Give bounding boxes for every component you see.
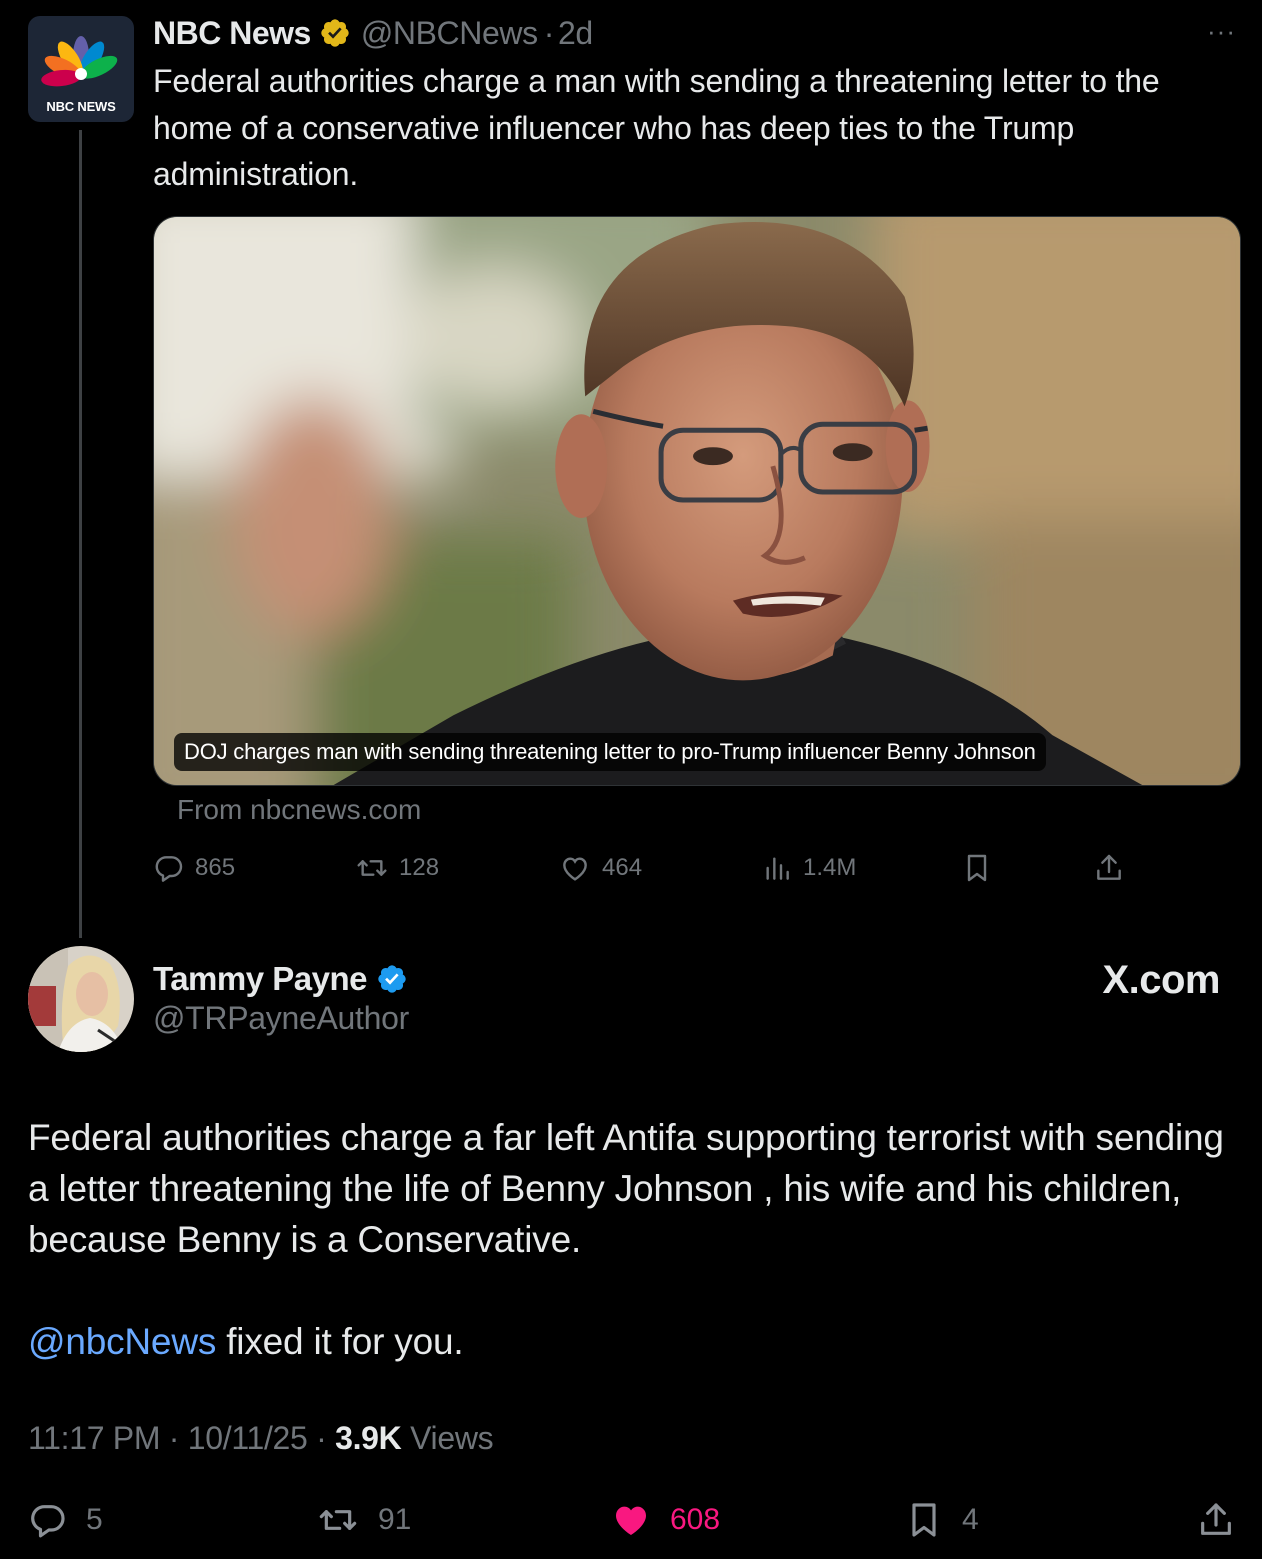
views-button[interactable]: 1.4M	[761, 848, 856, 888]
tweet-date[interactable]: 10/11/25	[188, 1420, 308, 1456]
reply-icon	[155, 856, 183, 882]
like-button[interactable]: 608	[610, 1496, 720, 1544]
share-button[interactable]	[1196, 1496, 1236, 1544]
tweet-paragraph: @nbcNews fixed it for you.	[28, 1316, 1238, 1367]
nbc-news-logo-text: NBC NEWS	[46, 99, 116, 114]
meta-separator: ·	[160, 1420, 188, 1456]
views-chart-icon	[766, 857, 789, 880]
like-count: 464	[602, 854, 643, 881]
verified-gold-badge-icon	[321, 19, 349, 47]
reply-count: 5	[86, 1503, 103, 1536]
x-com-watermark: X.com	[1102, 958, 1220, 1002]
repost-count: 91	[378, 1503, 412, 1536]
repost-button[interactable]: 91	[316, 1496, 411, 1544]
heart-icon	[563, 857, 587, 881]
tweet-time[interactable]: 11:17 PM	[28, 1420, 161, 1456]
share-icon	[1201, 1503, 1231, 1535]
repost-icon	[357, 860, 387, 876]
share-button[interactable]	[1093, 848, 1125, 888]
meta-separator: ·	[307, 1420, 336, 1456]
card-source-domain[interactable]: From nbcnews.com	[177, 794, 421, 826]
bookmark-button[interactable]: 4	[904, 1496, 979, 1544]
thread-connector-line	[79, 130, 82, 938]
repost-icon	[319, 1510, 357, 1530]
card-headline[interactable]: DOJ charges man with sending threatening…	[174, 733, 1046, 771]
repost-count: 128	[399, 854, 440, 881]
main-display-name[interactable]: Tammy Payne	[153, 960, 368, 998]
main-handle[interactable]: @TRPayneAuthor	[153, 1000, 409, 1037]
main-tweet-text: Federal authorities charge a far left An…	[28, 1112, 1238, 1367]
main-tweet-header: Tammy Payne	[153, 958, 408, 1000]
article-photo	[154, 217, 1240, 785]
bookmark-icon	[912, 1503, 936, 1537]
tweet-paragraph-rest: fixed it for you.	[216, 1321, 464, 1362]
verified-blue-badge-icon	[378, 965, 406, 993]
share-icon	[1097, 854, 1121, 880]
views-total: 3.9K	[335, 1420, 402, 1456]
views-label: Views	[401, 1420, 494, 1456]
mention-link[interactable]: @nbcNews	[28, 1321, 216, 1362]
parent-tweet-header: NBC News @NBCNews · 2d	[153, 12, 593, 54]
reply-icon	[31, 1505, 65, 1538]
parent-action-bar: 865 128 464 1.4M	[153, 848, 1133, 888]
link-card[interactable]: DOJ charges man with sending threatening…	[153, 216, 1241, 786]
parent-time[interactable]: 2d	[558, 15, 593, 52]
bookmark-count: 4	[962, 1503, 979, 1536]
parent-tweet-text: Federal authorities charge a man with se…	[153, 63, 1160, 192]
parent-display-name[interactable]: NBC News	[153, 15, 311, 52]
time-separator: ·	[543, 14, 555, 51]
tammy-payne-avatar[interactable]	[28, 946, 134, 1052]
reply-button[interactable]: 865	[153, 848, 235, 888]
tweet-meta: 11:17 PM · 10/11/25 · 3.9K Views	[28, 1420, 494, 1457]
more-options-icon[interactable]: ···	[1207, 16, 1236, 47]
nbc-news-avatar[interactable]: NBC NEWS	[28, 16, 134, 122]
repost-button[interactable]: 128	[355, 848, 439, 888]
like-button[interactable]: 464	[558, 848, 642, 888]
main-action-bar: 5 91 608 4	[0, 1496, 1262, 1544]
like-count: 608	[670, 1503, 721, 1536]
heart-filled-icon	[616, 1506, 646, 1535]
reply-count: 865	[195, 854, 236, 881]
bookmark-icon	[967, 854, 987, 882]
profile-photo	[28, 946, 134, 1052]
views-count: 1.4M	[803, 854, 857, 881]
reply-button[interactable]: 5	[28, 1496, 103, 1544]
tweet-paragraph: Federal authorities charge a far left An…	[28, 1117, 1224, 1260]
bookmark-button[interactable]	[961, 848, 993, 888]
parent-handle[interactable]: @NBCNews	[361, 15, 538, 52]
